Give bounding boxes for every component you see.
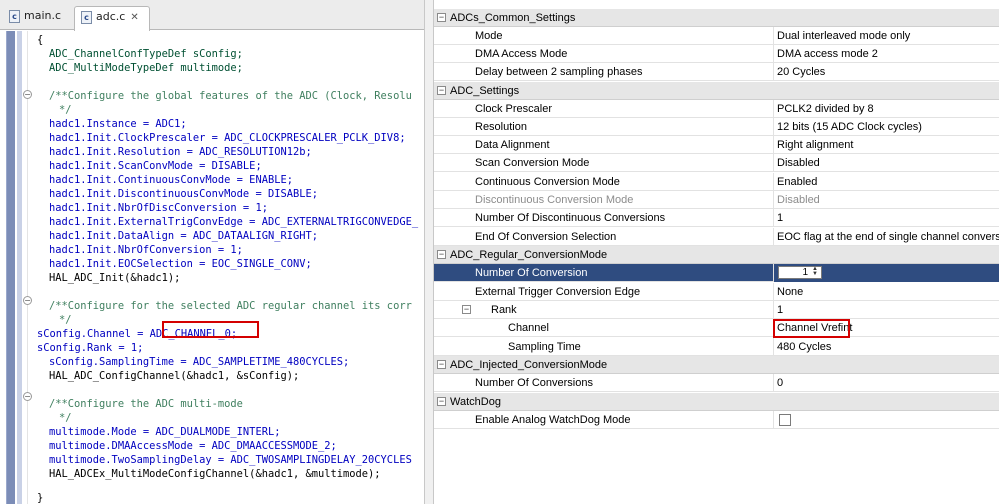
code-line: HAL_ADC_Init(&hadc1);	[49, 272, 181, 284]
collapse-icon[interactable]: −	[437, 397, 446, 406]
property-row[interactable]: Enable Analog WatchDog Mode	[434, 411, 999, 430]
collapse-icon[interactable]: −	[437, 13, 446, 22]
property-row[interactable]: Mode Dual interleaved mode only	[434, 27, 999, 46]
code-comment: */	[59, 412, 72, 424]
code-line: HAL_ADC_ConfigChannel(&hadc1, &sConfig);	[49, 370, 300, 382]
change-ruler-secondary	[17, 31, 22, 504]
code-line: hadc1.Init.NbrOfConversion = 1;	[49, 244, 243, 256]
c-file-icon: c	[81, 10, 92, 24]
code-comment: /**Configure the ADC multi-mode	[49, 398, 243, 410]
highlight-box-channel-property	[773, 319, 850, 338]
code-line: hadc1.Init.DataAlign = ADC_DATAALIGN_RIG…	[49, 230, 318, 242]
code-comment: /**Configure for the selected ADC regula…	[49, 300, 412, 312]
code-text[interactable]: { ADC_ChannelConfTypeDef sConfig; ADC_Mu…	[37, 33, 424, 504]
close-icon[interactable]: ✕	[130, 12, 138, 23]
property-row[interactable]: End Of Conversion Selection EOC flag at …	[434, 228, 999, 247]
code-line: sConfig.SamplingTime = ADC_SAMPLETIME_48…	[49, 356, 350, 368]
property-row[interactable]: Continuous Conversion Mode Enabled	[434, 173, 999, 192]
property-row[interactable]: External Trigger Conversion Edge None	[434, 283, 999, 302]
code-line: }	[37, 492, 44, 504]
change-ruler	[6, 31, 15, 504]
property-row-disabled: Discontinuous Conversion Mode Disabled	[434, 191, 999, 210]
group-adc-settings[interactable]: − ADC_Settings	[434, 82, 999, 101]
code-line: hadc1.Init.EOCSelection = EOC_SINGLE_CON…	[49, 258, 312, 270]
property-row[interactable]: Number Of Conversions 0	[434, 374, 999, 393]
collapse-icon[interactable]: −	[437, 86, 446, 95]
editor-gutter: − − −	[0, 31, 32, 504]
code-line: hadc1.Init.ExternalTrigConvEdge = ADC_EX…	[49, 216, 419, 228]
tab-main-c[interactable]: c main.c	[3, 6, 71, 30]
code-line: HAL_ADCEx_MultiModeConfigChannel(&hadc1,…	[49, 468, 381, 480]
property-row[interactable]: Scan Conversion Mode Disabled	[434, 154, 999, 173]
tab-adc-c[interactable]: c adc.c ✕	[74, 6, 150, 31]
c-file-icon: c	[9, 9, 20, 23]
code-line: hadc1.Init.NbrOfDiscConversion = 1;	[49, 202, 268, 214]
enable-watchdog-checkbox[interactable]	[779, 414, 791, 426]
code-comment: */	[59, 314, 72, 326]
property-row[interactable]: Clock Prescaler PCLK2 divided by 8	[434, 100, 999, 119]
group-adcs-common-settings[interactable]: − ADCs_Common_Settings	[434, 9, 999, 28]
property-row[interactable]: Data Alignment Right alignment	[434, 136, 999, 155]
property-row[interactable]: DMA Access Mode DMA access mode 2	[434, 45, 999, 64]
code-line: hadc1.Init.ScanConvMode = DISABLE;	[49, 160, 262, 172]
property-row[interactable]: Number Of Discontinuous Conversions 1	[434, 209, 999, 228]
code-comment: */	[59, 104, 72, 116]
watchdog-value[interactable]	[773, 411, 999, 429]
group-adc-regular-conversionmode[interactable]: − ADC_Regular_ConversionMode	[434, 246, 999, 265]
property-grid: − ADCs_Common_Settings Mode Dual interle…	[434, 0, 999, 504]
spinner-arrows-icon[interactable]: ▲ ▼	[810, 266, 820, 278]
code-line: hadc1.Init.Resolution = ADC_RESOLUTION12…	[49, 146, 312, 158]
code-comment: /**Configure the global features of the …	[49, 90, 412, 102]
group-watchdog[interactable]: − WatchDog	[434, 393, 999, 412]
code-line: hadc1.Instance = ADC1;	[49, 118, 187, 130]
property-row[interactable]: Resolution 12 bits (15 ADC Clock cycles)	[434, 118, 999, 137]
code-line: multimode.TwoSamplingDelay = ADC_TWOSAMP…	[49, 454, 412, 466]
code-line: {	[37, 34, 44, 46]
tab-label: main.c	[24, 9, 62, 22]
fold-toggle-icon[interactable]: −	[23, 90, 32, 99]
property-row-rank[interactable]: − Rank 1	[434, 301, 999, 320]
pane-splitter[interactable]	[424, 0, 434, 504]
number-of-conversion-spinner[interactable]: 1 ▲ ▼	[773, 264, 999, 282]
group-adc-injected-conversionmode[interactable]: − ADC_Injected_ConversionMode	[434, 356, 999, 375]
collapse-icon[interactable]: −	[437, 360, 446, 369]
highlight-box-channel-code	[162, 321, 259, 338]
editor-tab-bar: c main.c c adc.c ✕	[0, 0, 424, 31]
code-line: hadc1.Init.ClockPrescaler = ADC_CLOCKPRE…	[49, 132, 406, 144]
code-line: multimode.DMAAccessMode = ADC_DMAACCESSM…	[49, 440, 337, 452]
code-line: ADC_MultiModeTypeDef multimode;	[49, 62, 243, 74]
code-line: ADC_ChannelConfTypeDef sConfig;	[49, 48, 243, 60]
code-line: multimode.Mode = ADC_DUALMODE_INTERL;	[49, 426, 281, 438]
tab-label: adc.c	[96, 10, 126, 23]
fold-toggle-icon[interactable]: −	[23, 296, 32, 305]
code-line: sConfig.Rank = 1;	[37, 342, 144, 354]
property-row[interactable]: Sampling Time 480 Cycles	[434, 338, 999, 357]
property-row-selected[interactable]: Number Of Conversion 1 ▲ ▼	[434, 264, 999, 283]
property-row[interactable]: Delay between 2 sampling phases 20 Cycle…	[434, 63, 999, 82]
spin-box[interactable]: 1 ▲ ▼	[778, 266, 822, 279]
code-line: hadc1.Init.ContinuousConvMode = ENABLE;	[49, 174, 293, 186]
collapse-icon[interactable]: −	[437, 250, 446, 259]
collapse-icon[interactable]: −	[462, 305, 471, 314]
code-editor[interactable]: c main.c c adc.c ✕ − − − { ADC_ChannelConfT…	[0, 0, 424, 504]
property-row-channel[interactable]: Channel Channel Vrefint	[434, 319, 999, 338]
fold-toggle-icon[interactable]: −	[23, 392, 32, 401]
code-line: hadc1.Init.DiscontinuousConvMode = DISAB…	[49, 188, 318, 200]
